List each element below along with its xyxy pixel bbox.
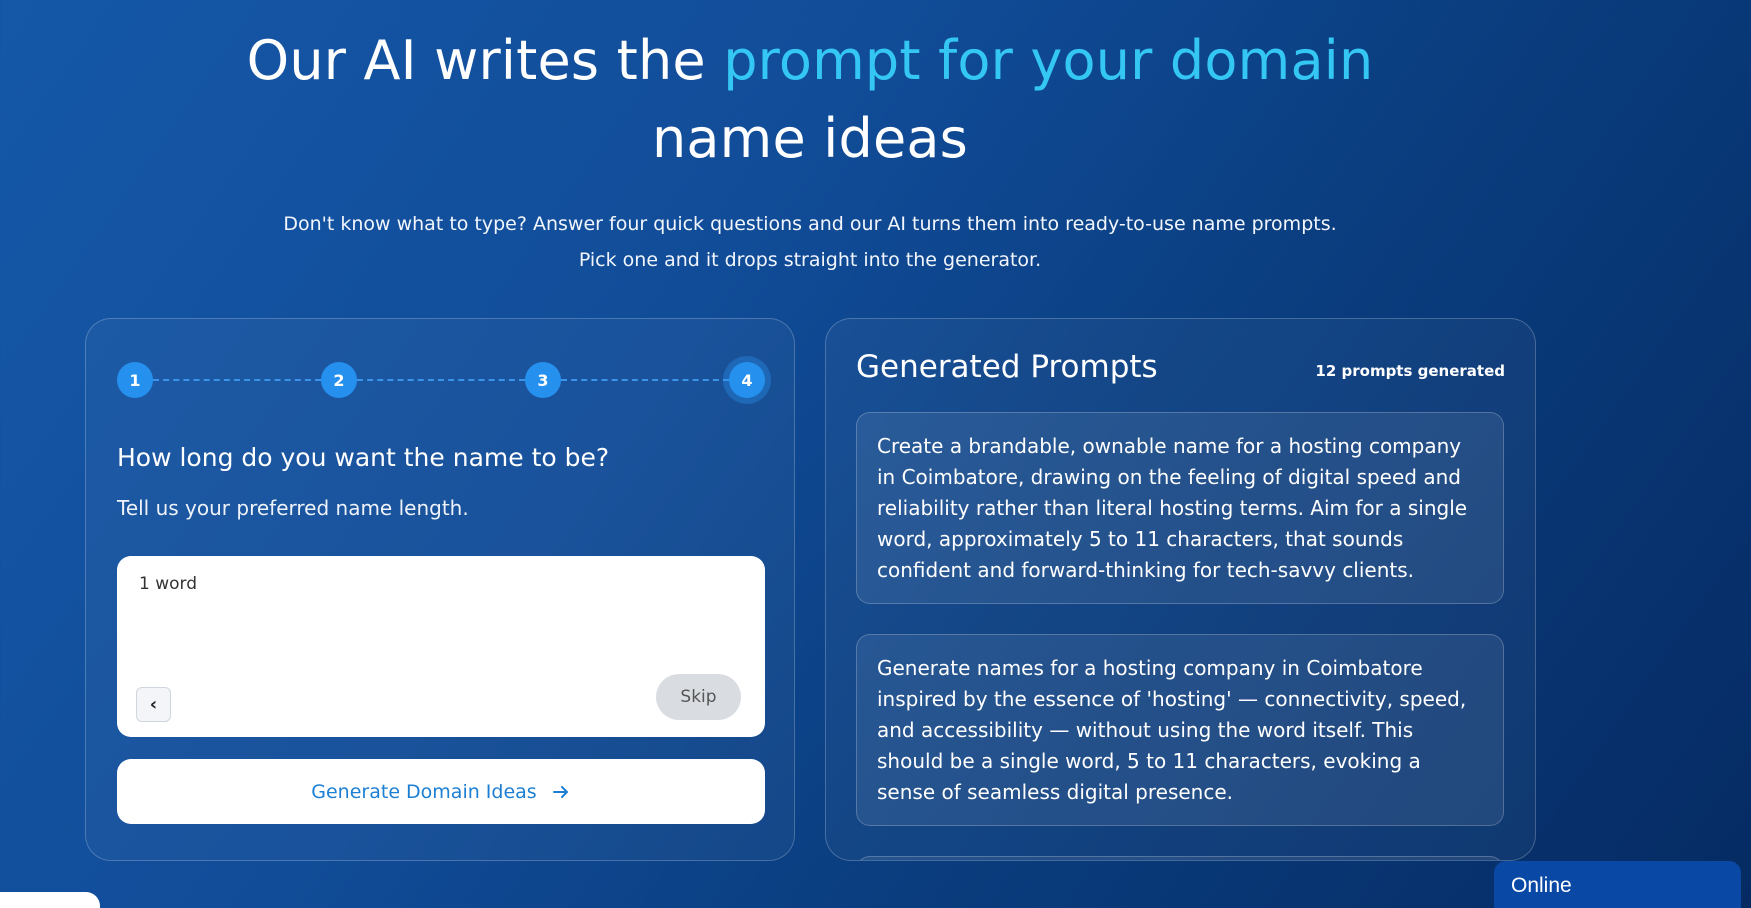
back-button[interactable]: ‹ xyxy=(136,687,171,722)
corner-widget-tab[interactable] xyxy=(0,892,100,908)
prompt-card-partial[interactable] xyxy=(856,856,1504,860)
chevron-left-icon: ‹ xyxy=(149,694,158,715)
answer-box: 1 word ‹ Skip xyxy=(117,556,765,737)
step-connector xyxy=(357,379,525,381)
step-progress: 1 2 3 4 xyxy=(117,362,765,398)
step-connector xyxy=(561,379,729,381)
title-accent: prompt for your domain xyxy=(723,29,1374,92)
panel-title: Generated Prompts xyxy=(856,349,1158,385)
subtitle-line-1: Don't know what to type? Answer four qui… xyxy=(283,213,1337,235)
prompt-card[interactable]: Generate names for a hosting company in … xyxy=(856,634,1504,826)
generated-prompts-panel: Generated Prompts 12 prompts generated C… xyxy=(825,318,1536,861)
skip-button[interactable]: Skip xyxy=(656,674,741,720)
chat-online-badge[interactable]: Online xyxy=(1494,861,1741,908)
answer-input[interactable]: 1 word xyxy=(139,574,739,674)
generate-domain-ideas-button[interactable]: Generate Domain Ideas xyxy=(117,759,765,824)
hero-section: Our AI writes the prompt for your domain… xyxy=(0,0,1620,278)
title-text-end: name ideas xyxy=(651,107,969,170)
prompt-count: 12 prompts generated xyxy=(1315,362,1505,380)
title-text-start: Our AI writes the xyxy=(246,29,724,92)
page-title: Our AI writes the prompt for your domain… xyxy=(0,22,1620,178)
page-subtitle: Don't know what to type? Answer four qui… xyxy=(0,206,1620,278)
prompt-card[interactable]: Create a brandable, ownable name for a h… xyxy=(856,412,1504,604)
step-3[interactable]: 3 xyxy=(525,362,561,398)
question-hint: Tell us your preferred name length. xyxy=(117,496,469,520)
subtitle-line-2: Pick one and it drops straight into the … xyxy=(578,249,1042,271)
step-1[interactable]: 1 xyxy=(117,362,153,398)
prompt-wizard-card: 1 2 3 4 How long do you want the name to… xyxy=(85,318,795,861)
step-4[interactable]: 4 xyxy=(729,362,765,398)
step-2[interactable]: 2 xyxy=(321,362,357,398)
arrow-right-icon xyxy=(551,782,571,802)
question-heading: How long do you want the name to be? xyxy=(117,443,610,472)
generate-button-label: Generate Domain Ideas xyxy=(311,780,537,803)
chat-status-label: Online xyxy=(1511,874,1572,897)
step-connector xyxy=(153,379,321,381)
